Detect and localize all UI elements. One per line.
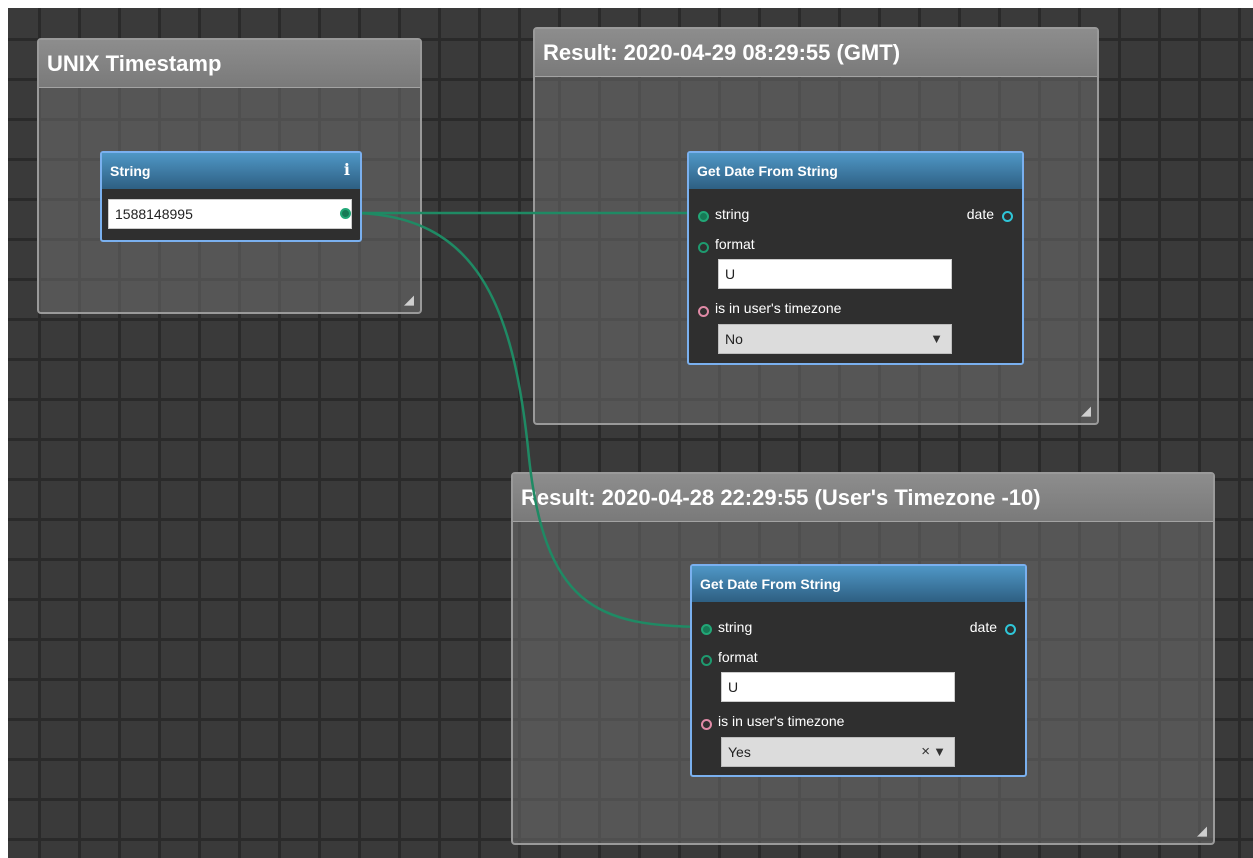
output-date-label: date: [969, 619, 997, 635]
output-date-label: date: [966, 206, 994, 222]
node-title: Get Date From String: [700, 576, 841, 592]
format-input[interactable]: U: [721, 672, 955, 702]
input-string-label: string: [718, 619, 753, 635]
format-label: format: [718, 649, 758, 665]
timezone-select[interactable]: No ▼: [718, 324, 952, 354]
clear-selection-icon[interactable]: ×: [921, 743, 930, 760]
output-port-date-icon[interactable]: [1002, 211, 1013, 222]
string-node[interactable]: String i 1588148995: [100, 151, 362, 242]
input-port-format-icon[interactable]: [701, 655, 712, 666]
timezone-select-value: No: [725, 331, 743, 347]
node-header[interactable]: Get Date From String: [689, 153, 1022, 189]
get-date-node-gmt[interactable]: Get Date From String string date format …: [687, 151, 1024, 365]
dropdown-arrow-icon[interactable]: ▼: [933, 744, 946, 759]
node-title: Get Date From String: [697, 163, 838, 179]
wire-string-to-user[interactable]: [349, 211, 706, 629]
dropdown-arrow-icon[interactable]: ▼: [930, 331, 943, 346]
format-label: format: [715, 236, 755, 252]
input-port-timezone-icon[interactable]: [698, 306, 709, 317]
input-port-string-icon[interactable]: [701, 624, 712, 635]
output-port-icon[interactable]: [340, 208, 351, 219]
input-port-timezone-icon[interactable]: [701, 719, 712, 730]
format-input[interactable]: U: [718, 259, 952, 289]
input-port-string-icon[interactable]: [698, 211, 709, 222]
graph-canvas[interactable]: UNIX Timestamp ◢ Result: 2020-04-29 08:2…: [8, 8, 1253, 858]
input-string-label: string: [715, 206, 750, 222]
timezone-select-value: Yes: [728, 744, 751, 760]
timezone-label: is in user's timezone: [715, 300, 842, 316]
output-port-date-icon[interactable]: [1005, 624, 1016, 635]
connection-wires: [349, 211, 706, 629]
node-header[interactable]: String i: [102, 153, 360, 189]
timezone-label: is in user's timezone: [718, 713, 845, 729]
node-header[interactable]: Get Date From String: [692, 566, 1025, 602]
node-title: String: [110, 163, 151, 179]
get-date-node-user-timezone[interactable]: Get Date From String string date format …: [690, 564, 1027, 777]
string-value-input[interactable]: 1588148995: [108, 199, 352, 229]
timezone-select[interactable]: Yes × ▼: [721, 737, 955, 767]
info-icon[interactable]: i: [344, 160, 350, 179]
input-port-format-icon[interactable]: [698, 242, 709, 253]
